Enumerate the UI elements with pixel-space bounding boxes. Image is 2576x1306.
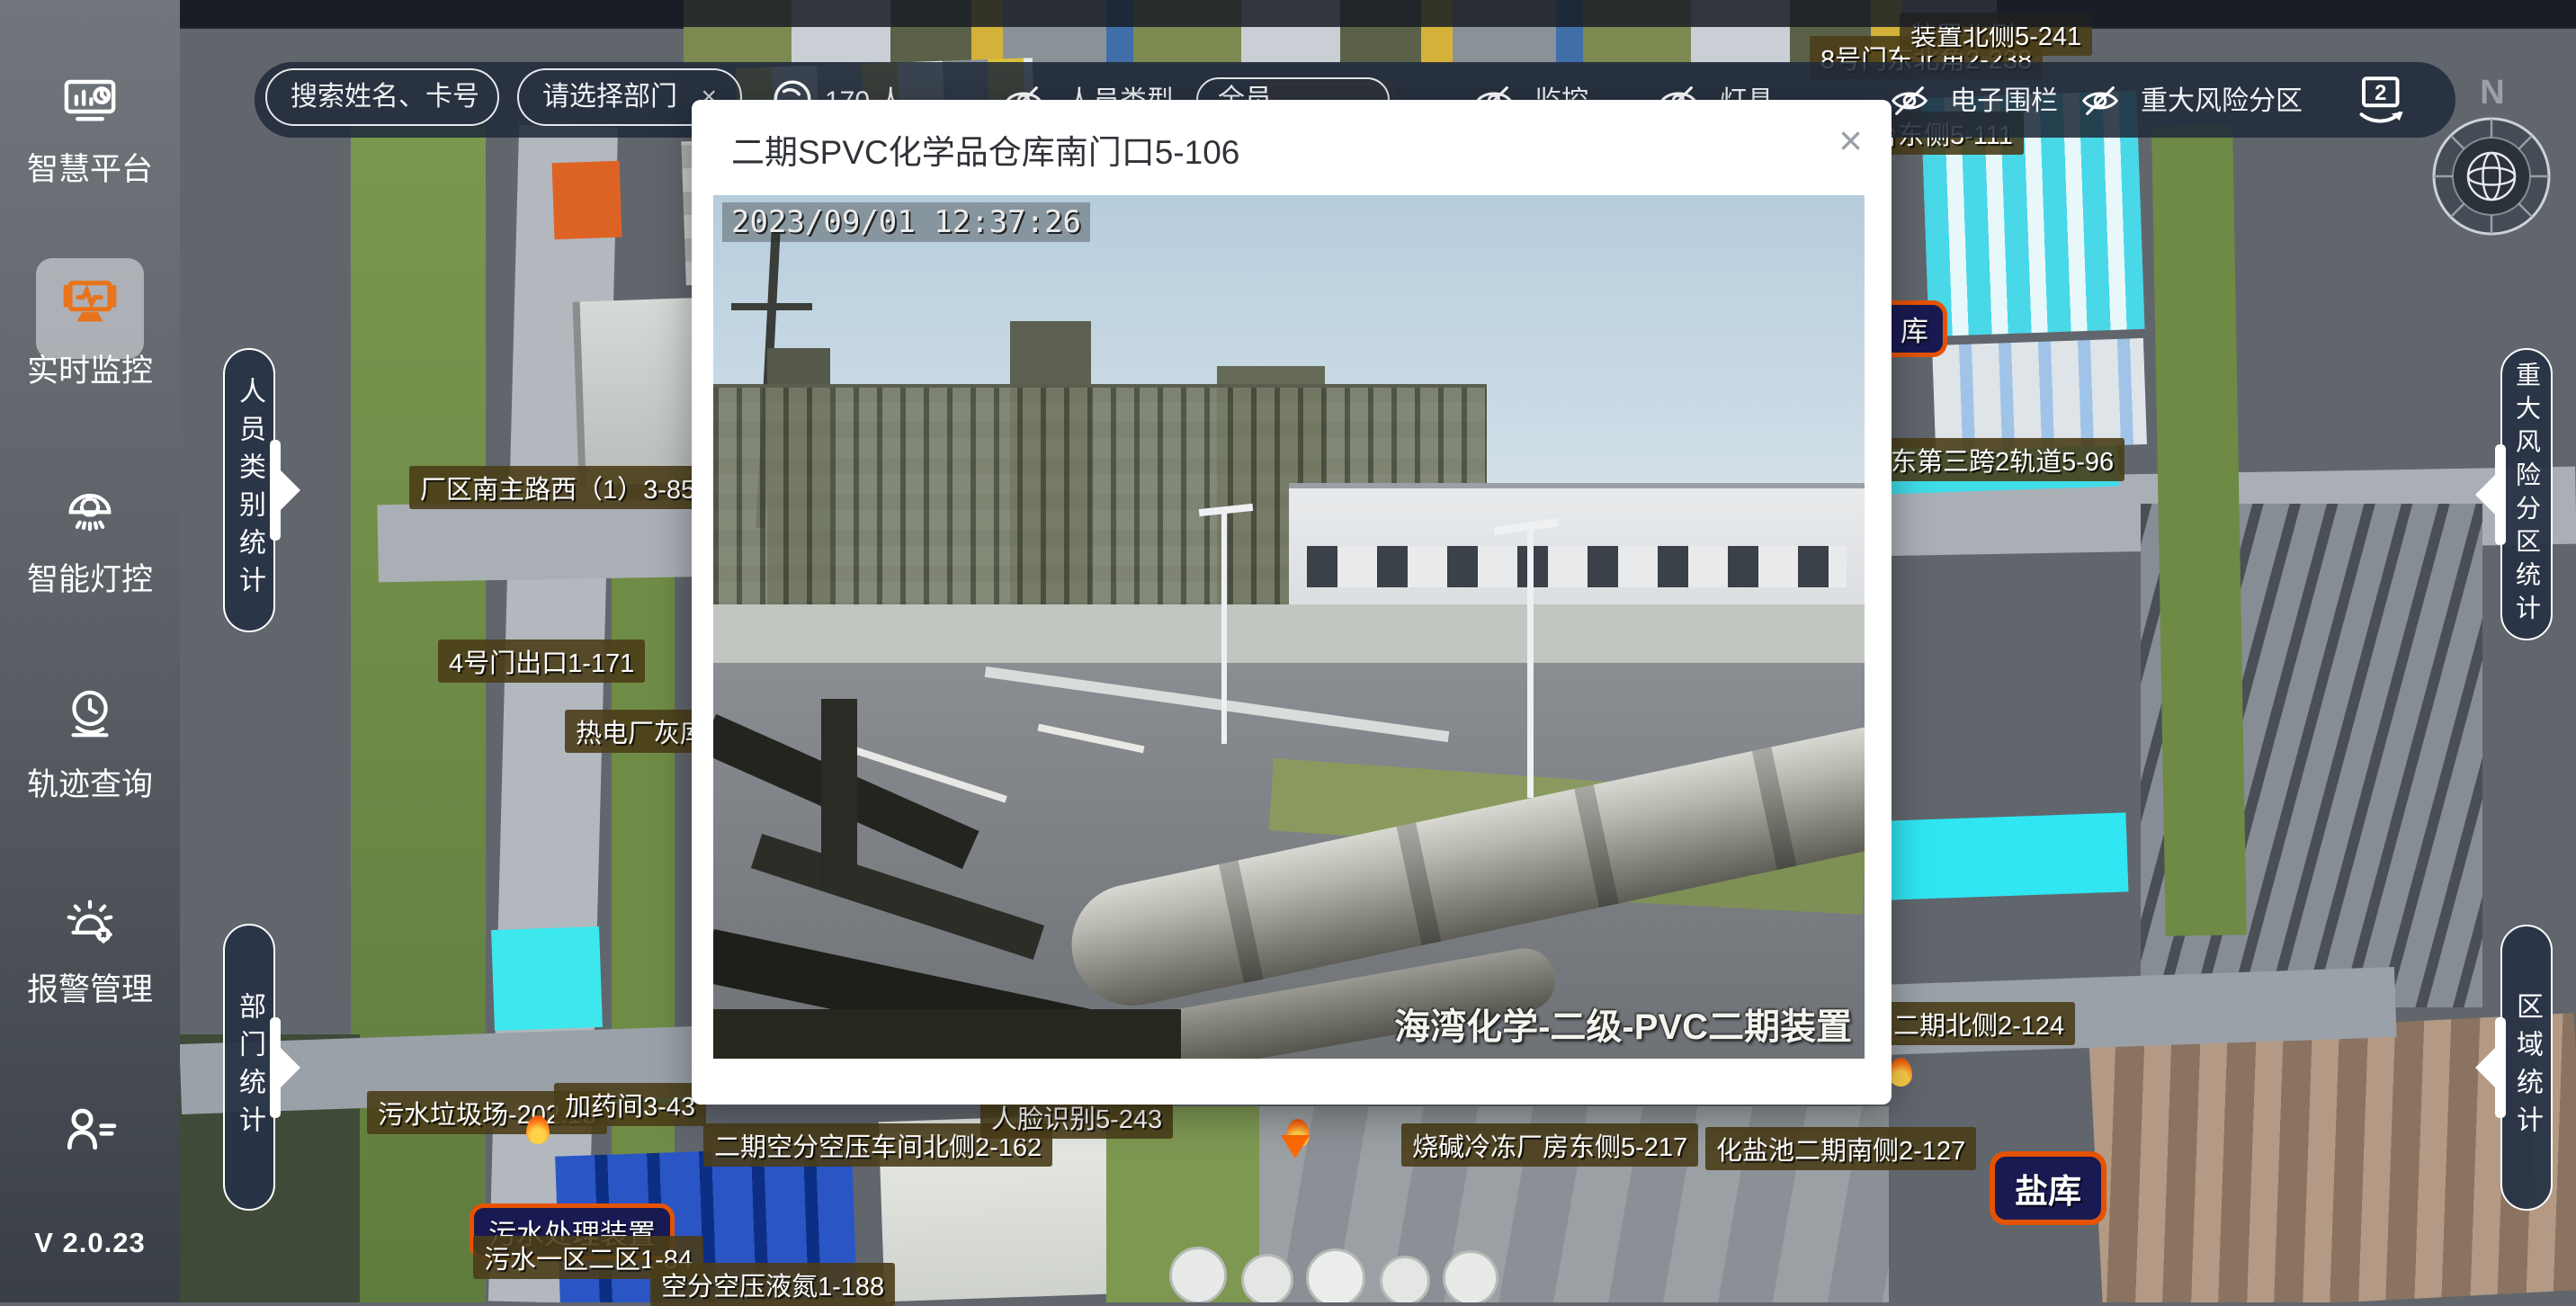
sidebar: 智慧平台 实时监控 智能灯控 轨迹查询	[0, 0, 180, 1302]
sidebar-item-personnel[interactable]	[0, 1099, 180, 1160]
fence-eye-slash-icon[interactable]	[1889, 80, 1930, 121]
tab-department-stats[interactable]: 部门统计	[223, 924, 275, 1211]
alarm-flame-icon	[1889, 1058, 1912, 1087]
tab-label: 人员类别统计	[229, 377, 269, 604]
sidebar-item-track-query[interactable]: 轨迹查询	[0, 685, 180, 805]
camera-timestamp: 2023/09/01 12:37:26	[722, 202, 1090, 242]
tab-area-stats[interactable]: 区域统计	[2500, 925, 2553, 1211]
map-pool	[1888, 812, 2129, 899]
modal-title: 二期SPVC化学品仓库南门口5-106	[731, 125, 1239, 174]
sidebar-item-label: 轨迹查询	[0, 759, 180, 805]
cam-structure	[731, 303, 812, 310]
risk-zone-label: 重大风险分区	[2141, 82, 2303, 121]
tab-expand-arrow-icon	[279, 1046, 300, 1089]
map-label[interactable]: 加药间3-43	[554, 1083, 706, 1126]
camera-modal: 二期SPVC化学品仓库南门口5-106 ×	[692, 100, 1892, 1105]
sidebar-item-label: 实时监控	[0, 345, 180, 391]
camera-watermark: 海湾化学-二级-PVC二期装置	[1394, 997, 1852, 1050]
sidebar-item-label: 智能灯控	[0, 554, 180, 600]
tab-label: 部门统计	[229, 992, 269, 1143]
cam-lamp-pole	[1527, 528, 1534, 798]
fence-label: 电子围栏	[1950, 82, 2058, 121]
map-label[interactable]: 烧碱冷冻厂房东侧5-217	[1401, 1123, 1698, 1167]
person-list-icon	[59, 1099, 121, 1160]
cam-ground	[713, 604, 1865, 667]
tab-label: 区域统计	[2507, 992, 2546, 1143]
map-tank	[1380, 1256, 1430, 1302]
north-label: N	[2461, 74, 2524, 112]
realtime-monitor-icon	[58, 270, 121, 333]
map-pin-icon	[1281, 1135, 1310, 1158]
camera-feed: 2023/09/01 12:37:26 海湾化学-二级-PVC二期装置	[713, 195, 1865, 1059]
cam-steel-beam	[713, 1009, 1181, 1059]
risk-zone-eye-slash-icon[interactable]	[2080, 80, 2121, 121]
tab-expand-arrow-icon	[2475, 473, 2497, 516]
department-select-value: 请选择部门	[542, 77, 677, 117]
map-tank	[1169, 1247, 1227, 1302]
cam-steel-beam	[821, 699, 857, 888]
cam-lamp-pole	[1221, 510, 1227, 744]
tab-expand-arrow-icon	[2475, 1046, 2497, 1089]
search-field[interactable]	[265, 68, 499, 126]
map-building	[1932, 338, 2147, 452]
map-label[interactable]: 厂区南主路西（1）3-85	[409, 466, 706, 509]
map-label[interactable]: 盐库	[1990, 1151, 2106, 1225]
dashboard-monitor-icon	[60, 72, 120, 131]
view-2d-toggle-icon[interactable]: 2	[2355, 73, 2409, 127]
track-query-icon	[59, 685, 121, 747]
tab-label: 重大风险分区统计	[2509, 362, 2545, 628]
map-pool	[491, 926, 603, 1031]
smart-light-icon	[59, 480, 121, 541]
search-input[interactable]	[291, 82, 479, 112]
svg-text:2: 2	[2375, 81, 2386, 105]
cam-building-windows	[1307, 546, 1847, 587]
sidebar-item-realtime-monitor[interactable]: 实时监控	[0, 270, 180, 391]
tab-expand-arrow-icon	[279, 469, 300, 512]
map-label[interactable]: 4号门出口1-171	[438, 640, 645, 683]
compass-control[interactable]	[2430, 115, 2553, 237]
sidebar-item-label: 智慧平台	[0, 144, 180, 190]
map-tank	[1443, 1250, 1498, 1302]
sidebar-item-smart-platform[interactable]: 智慧平台	[0, 72, 180, 190]
app-version: V 2.0.23	[0, 1227, 180, 1259]
map-top-edge	[0, 0, 2576, 27]
map-label[interactable]: 东第三跨2轨道5-96	[1880, 438, 2124, 481]
map-label[interactable]: 空分空压液氮1-188	[650, 1263, 895, 1306]
map-tank	[1306, 1248, 1365, 1302]
close-icon[interactable]: ×	[1838, 120, 1863, 161]
map-label[interactable]: 化盐池二期南侧2-127	[1705, 1127, 1976, 1170]
sidebar-item-alarm-management[interactable]: 报警管理	[0, 890, 180, 1010]
alarm-flame-icon	[526, 1115, 550, 1144]
sidebar-item-smart-light[interactable]: 智能灯控	[0, 480, 180, 600]
map-tank	[1241, 1254, 1293, 1302]
map-terrain-shape	[2151, 125, 2247, 935]
sidebar-item-label: 报警管理	[0, 964, 180, 1010]
alarm-icon	[59, 890, 121, 952]
tab-risk-zone-stats[interactable]: 重大风险分区统计	[2500, 348, 2553, 640]
map-building	[552, 161, 622, 240]
map-label[interactable]: 二期北侧2-124	[1883, 1002, 2075, 1045]
tab-personnel-category-stats[interactable]: 人员类别统计	[223, 348, 275, 632]
